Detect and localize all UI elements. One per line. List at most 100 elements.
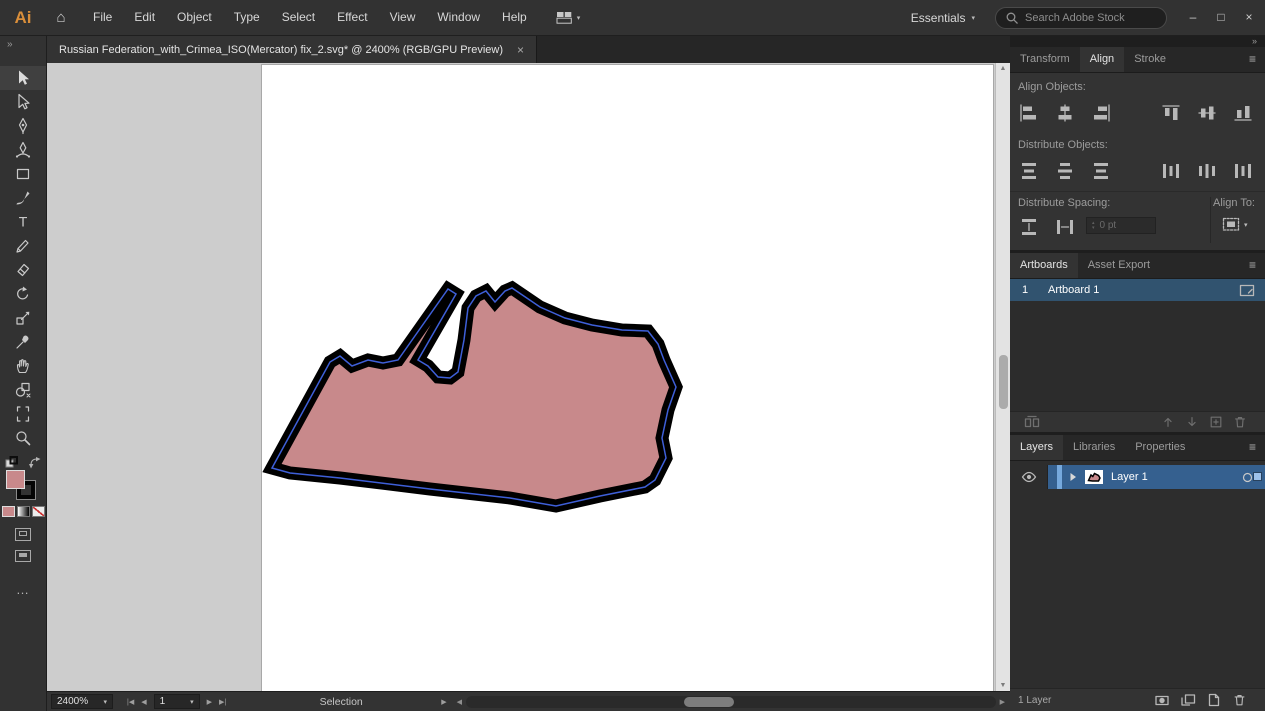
tab-libraries[interactable]: Libraries bbox=[1063, 435, 1125, 460]
scroll-left-icon[interactable]: ◀ bbox=[457, 698, 462, 706]
selected-art-indicator[interactable] bbox=[1253, 472, 1262, 481]
default-fill-stroke-icon[interactable] bbox=[5, 456, 18, 468]
delete-artboard-icon[interactable] bbox=[1233, 415, 1247, 429]
stepper-arrows-icon[interactable]: ▴▾ bbox=[1092, 221, 1095, 231]
horizontal-scrollbar[interactable]: ◀ ▶ bbox=[457, 696, 1005, 708]
scroll-up-icon[interactable]: ▲ bbox=[996, 65, 1010, 72]
drawing-modes-button[interactable] bbox=[15, 528, 31, 541]
horizontal-scrollbar-thumb[interactable] bbox=[684, 697, 734, 707]
rotate-tool[interactable] bbox=[0, 282, 46, 306]
last-artboard-button[interactable]: ▶| bbox=[219, 698, 226, 706]
panel-menu-icon[interactable]: ≡ bbox=[1240, 435, 1265, 460]
delete-layer-icon[interactable] bbox=[1232, 693, 1247, 707]
rectangle-tool[interactable] bbox=[0, 162, 46, 186]
tab-properties[interactable]: Properties bbox=[1125, 435, 1195, 460]
visibility-toggle[interactable] bbox=[1010, 465, 1048, 489]
status-display[interactable]: Selection bbox=[281, 696, 401, 708]
status-menu-arrow-icon[interactable]: ▶ bbox=[441, 698, 446, 706]
menu-file[interactable]: File bbox=[82, 0, 123, 35]
distribute-bottom-button[interactable] bbox=[1086, 159, 1116, 183]
canvas[interactable]: ▲ ▼ bbox=[47, 63, 1010, 691]
eraser-tool[interactable] bbox=[0, 258, 46, 282]
tab-close-icon[interactable]: × bbox=[517, 43, 524, 57]
pencil-tool[interactable] bbox=[0, 234, 46, 258]
home-icon[interactable]: ⌂ bbox=[46, 9, 76, 26]
distribute-right-button[interactable] bbox=[1228, 159, 1258, 183]
scroll-right-icon[interactable]: ▶ bbox=[1000, 698, 1005, 706]
new-sublayer-icon[interactable] bbox=[1180, 693, 1196, 707]
adobe-stock-search-input[interactable]: Search Adobe Stock bbox=[995, 7, 1167, 29]
minimize-button[interactable]: – bbox=[1179, 0, 1207, 35]
type-tool[interactable]: T bbox=[0, 210, 46, 234]
move-up-icon[interactable] bbox=[1161, 415, 1175, 429]
panel-menu-icon[interactable]: ≡ bbox=[1240, 253, 1265, 278]
artboard-tool[interactable] bbox=[0, 402, 46, 426]
menu-object[interactable]: Object bbox=[166, 0, 223, 35]
close-button[interactable]: × bbox=[1235, 0, 1263, 35]
new-layer-icon[interactable] bbox=[1206, 693, 1222, 707]
menu-help[interactable]: Help bbox=[491, 0, 538, 35]
move-down-icon[interactable] bbox=[1185, 415, 1199, 429]
shape-builder-tool[interactable] bbox=[0, 378, 46, 402]
next-artboard-button[interactable]: ▶ bbox=[207, 698, 212, 706]
rearrange-artboards-icon[interactable] bbox=[1024, 415, 1040, 429]
make-clipping-mask-icon[interactable] bbox=[1154, 693, 1170, 707]
document-tab[interactable]: Russian Federation_with_Crimea_ISO(Merca… bbox=[47, 36, 537, 63]
panel-menu-icon[interactable]: ≡ bbox=[1240, 47, 1265, 72]
align-to-button[interactable]: ▾ bbox=[1222, 217, 1248, 232]
layer-row-selected[interactable]: Layer 1 bbox=[1048, 465, 1265, 489]
tab-transform[interactable]: Transform bbox=[1010, 47, 1080, 72]
menu-window[interactable]: Window bbox=[426, 0, 491, 35]
scale-tool[interactable] bbox=[0, 306, 46, 330]
target-circle-icon[interactable] bbox=[1242, 472, 1253, 483]
menu-type[interactable]: Type bbox=[223, 0, 271, 35]
edit-toolbar-ellipsis[interactable]: … bbox=[0, 582, 46, 597]
distribute-top-button[interactable] bbox=[1014, 159, 1044, 183]
eyedropper-tool[interactable] bbox=[0, 330, 46, 354]
zoom-tool[interactable] bbox=[0, 426, 46, 450]
tab-stroke[interactable]: Stroke bbox=[1124, 47, 1176, 72]
align-bottom-button[interactable] bbox=[1228, 101, 1258, 125]
align-top-button[interactable] bbox=[1156, 101, 1186, 125]
distribute-left-button[interactable] bbox=[1156, 159, 1186, 183]
vertical-scrollbar[interactable]: ▲ ▼ bbox=[995, 63, 1010, 691]
workspace-switcher[interactable]: Essentials ▾ bbox=[903, 11, 983, 25]
tab-asset-export[interactable]: Asset Export bbox=[1078, 253, 1160, 278]
zoom-level-select[interactable]: 2400% ▾ bbox=[51, 694, 113, 709]
fill-color-swatch[interactable] bbox=[6, 470, 25, 489]
paintbrush-tool[interactable] bbox=[0, 186, 46, 210]
vertical-scrollbar-thumb[interactable] bbox=[999, 355, 1008, 409]
tab-artboards[interactable]: Artboards bbox=[1010, 253, 1078, 278]
map-artwork[interactable] bbox=[47, 63, 1010, 691]
artboard-name[interactable]: Artboard 1 bbox=[1048, 284, 1239, 296]
selection-tool[interactable] bbox=[0, 66, 46, 90]
tab-layers[interactable]: Layers bbox=[1010, 435, 1063, 460]
expand-chevron-icon[interactable] bbox=[1069, 472, 1077, 482]
layer-thumbnail[interactable] bbox=[1085, 470, 1103, 484]
hand-tool[interactable] bbox=[0, 354, 46, 378]
swap-fill-stroke-icon[interactable] bbox=[28, 456, 42, 469]
align-center-h-button[interactable] bbox=[1050, 101, 1080, 125]
horizontal-scrollbar-track[interactable] bbox=[466, 696, 996, 708]
align-left-button[interactable] bbox=[1014, 101, 1044, 125]
dock-expand-icon[interactable]: » bbox=[1010, 36, 1265, 47]
menu-view[interactable]: View bbox=[379, 0, 427, 35]
scroll-down-icon[interactable]: ▼ bbox=[996, 682, 1010, 689]
crimea-shape[interactable] bbox=[272, 288, 676, 506]
gradient-button[interactable] bbox=[17, 506, 30, 517]
distribute-vspace-button[interactable] bbox=[1014, 215, 1044, 239]
color-button[interactable] bbox=[2, 506, 15, 517]
arrange-documents-button[interactable]: ▾ bbox=[550, 11, 587, 24]
artboard-icon[interactable] bbox=[1239, 284, 1255, 297]
toolbar-expand-icon[interactable]: » bbox=[0, 36, 46, 50]
artboard-number-field[interactable]: 1 ▾ bbox=[154, 694, 200, 709]
new-artboard-icon[interactable] bbox=[1209, 415, 1223, 429]
direct-selection-tool[interactable] bbox=[0, 90, 46, 114]
maximize-button[interactable]: □ bbox=[1207, 0, 1235, 35]
align-center-v-button[interactable] bbox=[1192, 101, 1222, 125]
artboard-row[interactable]: 1 Artboard 1 bbox=[1010, 279, 1265, 301]
layer-name[interactable]: Layer 1 bbox=[1111, 471, 1242, 483]
none-button[interactable] bbox=[32, 506, 45, 517]
first-artboard-button[interactable]: |◀ bbox=[127, 698, 134, 706]
menu-effect[interactable]: Effect bbox=[326, 0, 378, 35]
